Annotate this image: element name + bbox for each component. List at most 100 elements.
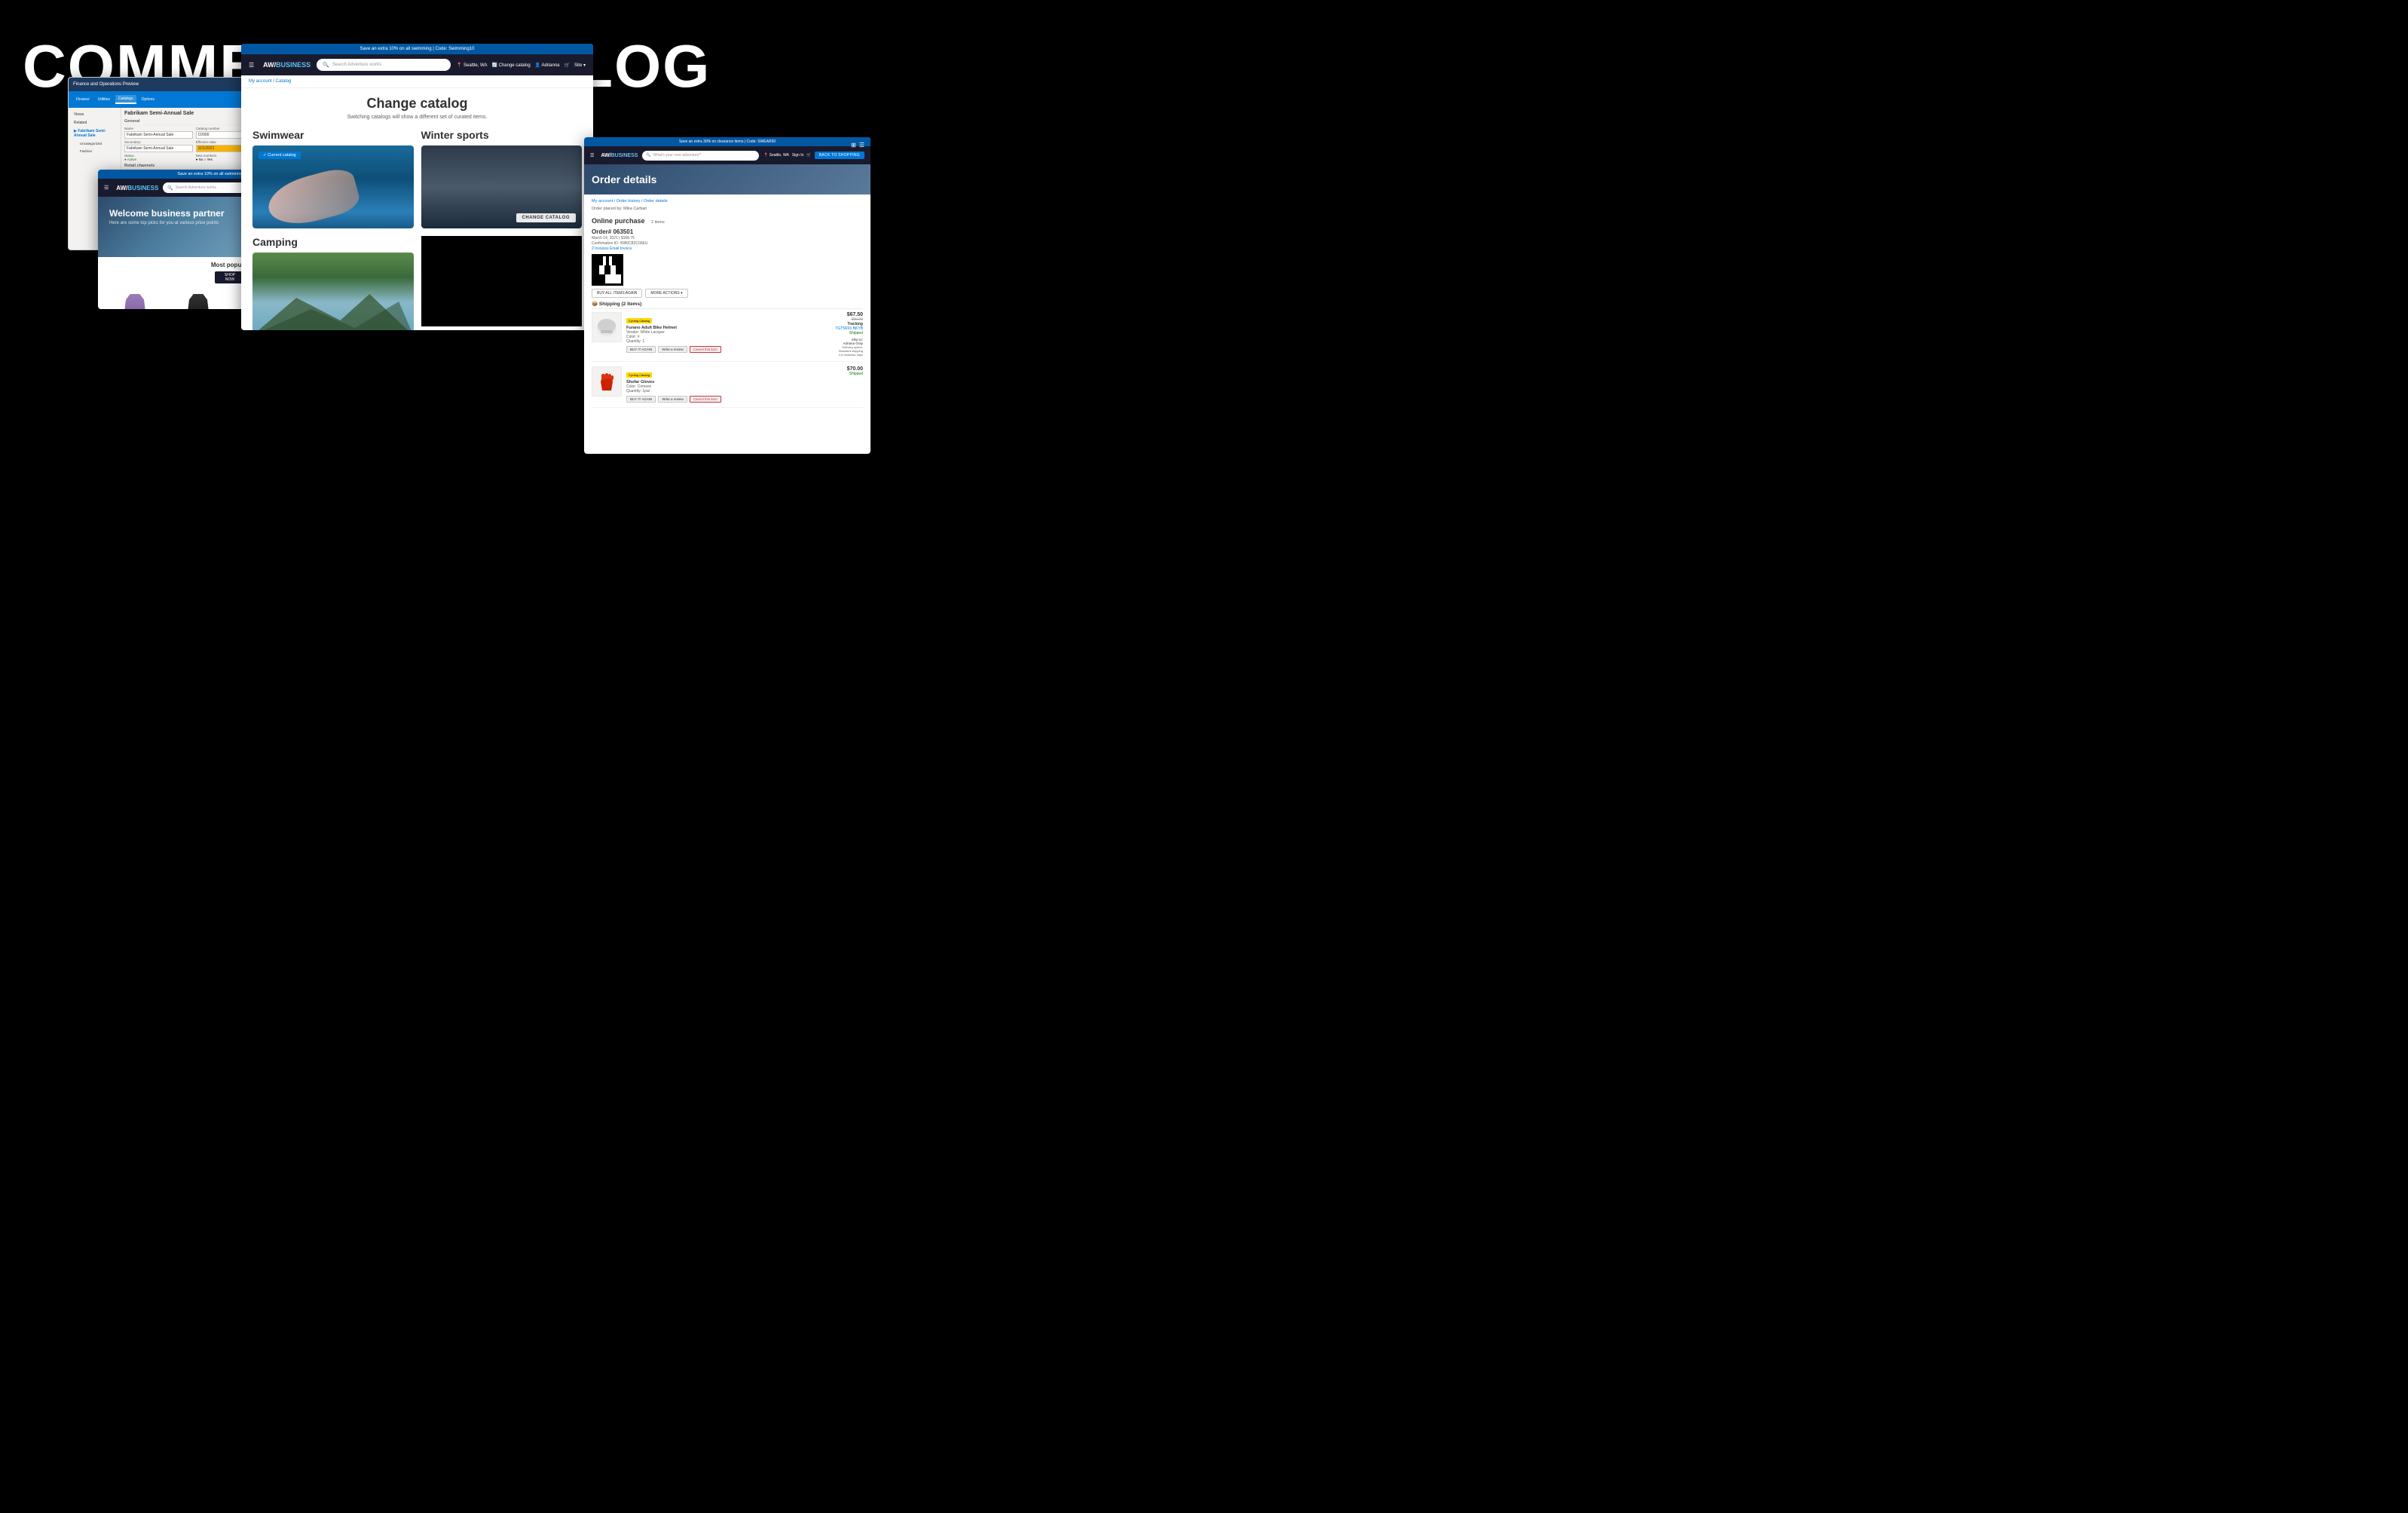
cat-grid: Swimwear ✓ Current catalog Winter sports… <box>252 129 582 330</box>
order-cart[interactable]: 🛒 <box>806 153 811 158</box>
fo-name-label: Name <box>124 127 193 130</box>
cat-promo-text: Save an extra 10% on all swimming | Code… <box>360 47 475 51</box>
qr-section <box>592 254 863 286</box>
order-items-count: 2 items <box>651 220 665 225</box>
buy-all-again-btn[interactable]: BUY ALL ITEMS AGAIN <box>592 289 642 298</box>
fo-sidebar-advanced: Related <box>72 119 118 127</box>
helmet-img <box>592 312 622 342</box>
order-invoices[interactable]: 2 Invoices Email Invoice <box>592 247 863 251</box>
item2-buy-again[interactable]: BUY IT AGAIN <box>626 396 656 403</box>
item1-review[interactable]: Write a review <box>658 346 687 353</box>
cat-camping-img <box>252 253 414 330</box>
fo-nav-options[interactable]: Options <box>139 96 158 103</box>
cat-site[interactable]: Site ▾ <box>574 63 586 68</box>
back-to-shopping-btn[interactable]: BACK TO SHOPPING <box>815 152 864 159</box>
qr-mc2 <box>604 265 610 274</box>
fo-field-name: Name Fabrikam Semi-Annual Sale <box>124 127 193 139</box>
order-header-row: Online purchase 2 items <box>592 213 863 227</box>
fo-nav-finance[interactable]: Finance <box>73 96 93 103</box>
item1-actions[interactable]: BUY IT AGAIN Write a review Cancel this … <box>626 346 813 353</box>
fo-sidebar-uncategorized: Uncategorized <box>78 140 118 147</box>
order-nav-right[interactable]: 📍 Seattle, WA Sign In 🛒 BACK TO SHOPPING <box>763 152 864 159</box>
order-logo: AW/BUSINESS <box>601 153 638 158</box>
item1-badge: Cycling Catalog <box>626 318 652 323</box>
cat-nav[interactable]: ☰ AW/BUSINESS 🔍 Search Adventure works 📍… <box>241 54 593 75</box>
swimwear-swimmer <box>263 164 362 228</box>
welcome-hero-title: Welcome business partner <box>109 208 225 219</box>
fo-secondary-value: Fabrikam Semi-Annual Sale <box>124 145 193 152</box>
qr-mr <box>616 265 621 274</box>
cat-promo: Save an extra 10% on all swimming | Code… <box>241 44 593 54</box>
cat-cart[interactable]: 🛒 <box>564 63 569 68</box>
fo-nav-catalogs[interactable]: Catalogs <box>115 95 136 104</box>
fo-name-value: Fabrikam Semi-Annual Sale <box>124 131 193 139</box>
list-view-icon[interactable]: ☰ <box>859 142 864 149</box>
more-actions-btn[interactable]: MORE ACTIONS ▾ <box>645 289 687 298</box>
welcome-shop-now-btn[interactable]: SHOP NOW <box>215 271 245 283</box>
fo-field-secondary: Secondary Fabrikam Semi-Annual Sale <box>124 140 193 152</box>
order-title-group: Online purchase 2 items <box>592 213 665 227</box>
item2-badge: Cycling Catalog <box>626 372 652 378</box>
order-view-icons[interactable]: ⊞ ☰ <box>851 142 864 149</box>
cat-camping-title: Camping <box>252 236 414 248</box>
item2-actions[interactable]: BUY IT AGAIN Write a review Cancel this … <box>626 396 821 403</box>
cat-nav-right[interactable]: 📍 Seattle, WA 🔄 Change catalog 👤 Adriann… <box>457 63 586 68</box>
qr-mc <box>599 265 604 274</box>
item2-info: Cycling Catalog Shofar Gloves Color: Cri… <box>626 366 821 403</box>
fo-sidebar-general: Views <box>72 111 118 118</box>
cat-search[interactable]: 🔍 Search Adventure works <box>317 59 451 71</box>
camping-mountain-svg <box>252 283 414 330</box>
item1-price: $67.50 <box>818 312 863 317</box>
item2-status: Shipped <box>825 372 863 376</box>
cat-user[interactable]: 👤 Adrianna <box>535 63 560 68</box>
cat-change-catalog-btn[interactable]: CHANGE CATALOG <box>516 213 576 222</box>
cat-swimwear[interactable]: Swimwear ✓ Current catalog <box>252 129 414 228</box>
item1-buy-again[interactable]: BUY IT AGAIN <box>626 346 656 353</box>
fo-field-status: Status ● Active <box>124 154 193 161</box>
hamburger-icon[interactable]: ☰ <box>104 185 109 191</box>
order-breadcrumb: My account / Order history / Order detai… <box>592 199 863 204</box>
cat-current-badge: ✓ Current catalog <box>259 152 301 159</box>
order-search-text: What's your next adventure? <box>653 153 702 158</box>
cat-swimwear-title: Swimwear <box>252 129 414 141</box>
welcome-logo: AW/BUSINESS <box>116 185 158 191</box>
order-main-actions[interactable]: BUY ALL ITEMS AGAIN MORE ACTIONS ▾ <box>592 289 863 298</box>
cat-camping[interactable]: Camping <box>252 236 414 330</box>
fo-status-value: ● Active <box>124 158 193 161</box>
qr-bl <box>594 274 605 283</box>
welcome-hero-subtitle: Here are some top picks for you at vario… <box>109 221 225 225</box>
welcome-search-text: Search Adventure works <box>176 185 216 190</box>
item1-cancel[interactable]: Cancel this item <box>690 346 721 353</box>
qr-code <box>592 254 623 286</box>
qr-bc <box>610 274 621 283</box>
item2-review[interactable]: Write a review <box>658 396 687 403</box>
qr-mc3 <box>610 265 616 274</box>
helmet-svg <box>595 315 619 339</box>
cat-swimwear-img: ✓ Current catalog <box>252 145 414 228</box>
grid-view-icon[interactable]: ⊞ <box>851 142 856 149</box>
fo-sidebar-catalog: ▶ Fabrikam Semi-Annual Sale <box>72 127 118 139</box>
order-item-2: Cycling Catalog Shofar Gloves Color: Cri… <box>592 366 863 408</box>
order-promo-text: Save an extra 30% on clearance items | C… <box>679 139 776 144</box>
cat-winter[interactable]: Winter sports CHANGE CATALOG <box>421 129 583 228</box>
product-img-2 <box>179 288 217 309</box>
order-nav[interactable]: ☰ AW/BUSINESS 🔍 What's your next adventu… <box>584 146 870 164</box>
order-body: My account / Order history / Order detai… <box>584 194 870 417</box>
cat-search-icon: 🔍 <box>323 62 329 68</box>
cat-breadcrumb: My account / Catalog <box>241 75 593 88</box>
product-img-1 <box>116 288 154 309</box>
item2-cancel[interactable]: Cancel this item <box>690 396 721 403</box>
cat-hamburger-icon[interactable]: ☰ <box>249 62 254 69</box>
order-item-1: Cycling Catalog Furano Adult Bike Helmet… <box>592 312 863 362</box>
catalog-screen: Save an extra 10% on all swimming | Code… <box>241 44 593 330</box>
item1-qty: Quantity: 1 <box>626 339 813 344</box>
order-hamburger-icon[interactable]: ☰ <box>590 153 594 158</box>
order-search[interactable]: 🔍 What's your next adventure? <box>642 151 759 161</box>
order-sign-in[interactable]: Sign In <box>792 153 804 158</box>
fo-nav-utilities[interactable]: Utilities <box>95 96 113 103</box>
order-confirmation: Confirmation ID: #5B0C82C00EU <box>592 241 863 246</box>
order-hero-title: Order details <box>592 173 656 185</box>
cat-location: 📍 Seattle, WA <box>457 63 488 68</box>
order-placed-by: Order placed by: Mika Carbari <box>592 207 863 211</box>
cat-change-catalog-nav[interactable]: 🔄 Change catalog <box>491 63 530 68</box>
